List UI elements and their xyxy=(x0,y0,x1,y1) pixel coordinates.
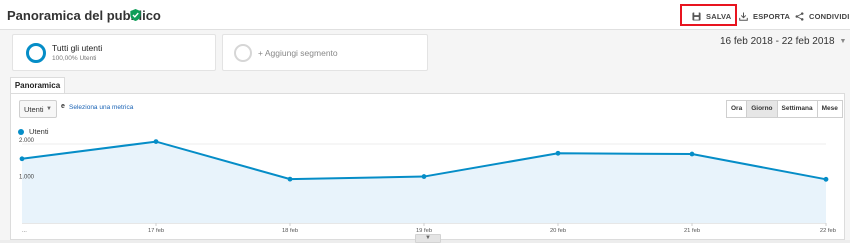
chart-expand-toggle[interactable]: ▼ xyxy=(415,234,441,243)
y-tick-label: 2.000 xyxy=(19,138,35,144)
metric-select[interactable]: Utenti ▼ xyxy=(19,100,57,118)
segment-color-ring xyxy=(26,43,46,63)
series-area xyxy=(22,141,826,223)
data-point xyxy=(823,176,829,182)
add-segment-card[interactable]: + Aggiungi segmento xyxy=(222,34,428,71)
chart-panel: 1.000 2.000... 17 feb 18 feb 19 feb 20 feb 21 … xyxy=(10,93,845,243)
period-toggle-group: Ora Giorno Settimana Mese xyxy=(726,100,843,118)
top-bar: Panoramica del pubblico SALVA ESPORTA CO… xyxy=(0,0,850,30)
x-tick-label: 21 feb xyxy=(684,228,700,234)
data-point xyxy=(153,139,159,144)
share-icon xyxy=(795,11,804,21)
share-label: CONDIVIDI xyxy=(809,11,850,21)
segment-name: Tutti gli utenti xyxy=(52,43,103,53)
x-tick-label: 17 feb xyxy=(148,228,164,234)
select-metric-link[interactable]: Seleziona una metrica xyxy=(69,104,133,111)
x-tick-label: 18 feb xyxy=(282,228,298,234)
add-segment-label: + Aggiungi segmento xyxy=(258,48,338,58)
data-point xyxy=(555,150,561,156)
legend-label: Utenti xyxy=(29,127,49,136)
metric-conjunction: e xyxy=(61,103,65,110)
y-tick-label: 1.000 xyxy=(19,175,35,181)
period-day-button[interactable]: Giorno xyxy=(746,100,778,118)
date-range-text: 16 feb 2018 - 22 feb 2018 xyxy=(720,36,835,47)
share-button[interactable]: CONDIVIDI xyxy=(795,8,850,24)
save-highlight-box xyxy=(680,4,737,26)
period-hour-button[interactable]: Ora xyxy=(726,100,748,118)
verified-shield-icon xyxy=(130,9,141,21)
download-icon xyxy=(739,11,748,21)
x-tick-label: 22 feb xyxy=(820,228,836,234)
date-range-picker[interactable]: 16 feb 2018 - 22 feb 2018 ▼ xyxy=(720,36,846,47)
data-point xyxy=(689,151,695,157)
export-button[interactable]: ESPORTA xyxy=(739,8,790,24)
tab-overview[interactable]: Panoramica xyxy=(10,77,65,93)
period-week-button[interactable]: Settimana xyxy=(776,100,818,118)
main-content: Tutti gli utenti 100,00% Utenti + Aggiun… xyxy=(0,30,850,243)
x-tick-label: 20 feb xyxy=(550,228,566,234)
metric-select-value: Utenti xyxy=(24,105,44,114)
period-month-button[interactable]: Mese xyxy=(816,100,843,118)
chevron-down-icon: ▼ xyxy=(839,38,847,45)
data-point xyxy=(421,174,427,179)
segment-card-all-users[interactable]: Tutti gli utenti 100,00% Utenti xyxy=(12,34,216,71)
empty-segment-ring xyxy=(234,44,252,62)
legend-dot-icon xyxy=(18,128,24,135)
export-label: ESPORTA xyxy=(753,11,791,21)
chevron-down-icon: ▼ xyxy=(46,106,52,112)
data-point xyxy=(287,176,293,182)
users-area-chart: 1.0002.000... 17 feb 18 feb 19 feb 20 feb 21 … xyxy=(19,138,836,234)
x-tick-label: ... xyxy=(22,228,27,234)
data-point xyxy=(19,156,25,162)
chart-legend: Utenti xyxy=(18,127,49,136)
segment-percentage: 100,00% Utenti xyxy=(52,55,97,62)
chevron-down-icon: ▼ xyxy=(425,235,431,241)
